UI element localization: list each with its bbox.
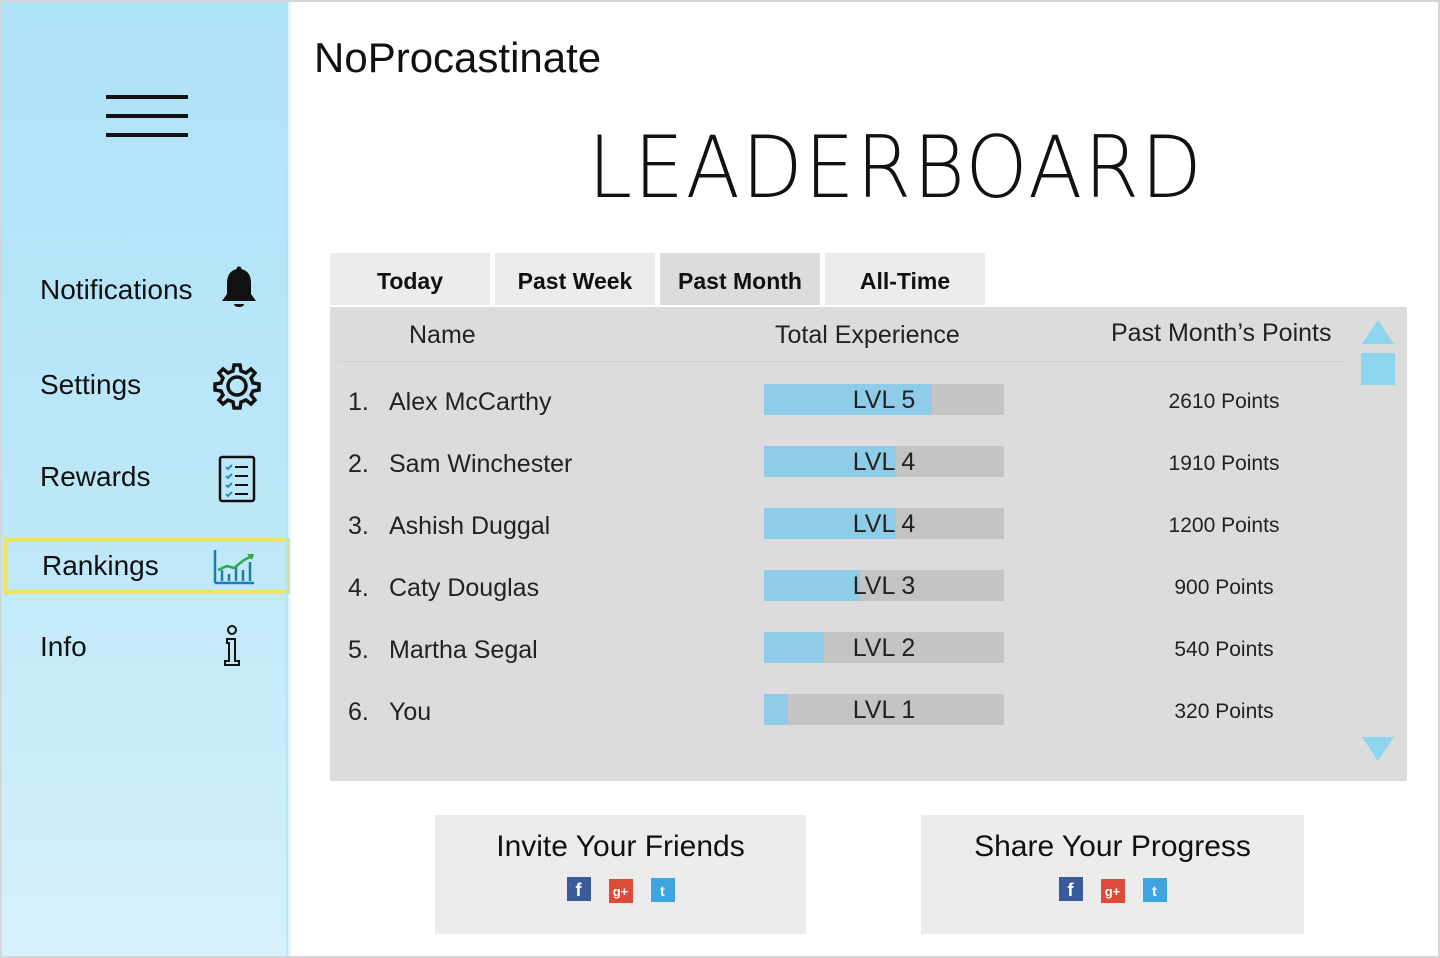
sidebar-item-info[interactable]: Info	[2, 619, 288, 675]
sidebar-item-label: Rankings	[42, 550, 159, 581]
scroll-down-arrow[interactable]	[1362, 737, 1394, 761]
level-label: LVL 3	[852, 572, 916, 600]
player-name: Ashish Duggal	[389, 512, 551, 540]
points-value: 540 Points	[1174, 638, 1274, 661]
level-label: LVL 1	[852, 696, 916, 724]
sidebar-item-label: Rewards	[40, 461, 151, 492]
rank-number: 6.	[348, 698, 369, 726]
experience-bar: LVL 2	[764, 632, 1004, 663]
points-value: 320 Points	[1174, 700, 1274, 723]
table-row[interactable]: 1. Alex McCarthy LVL 5 2610 Points	[330, 384, 1407, 424]
chart-icon	[212, 548, 256, 591]
player-name: Alex McCarthy	[389, 388, 552, 416]
twitter-icon[interactable]: t	[1142, 878, 1167, 902]
rank-number: 4.	[348, 574, 369, 602]
google-plus-icon[interactable]: g+	[608, 879, 633, 903]
column-header-name: Name	[409, 321, 476, 349]
sidebar-item-label: Notifications	[40, 274, 193, 305]
tab-past-week[interactable]: Past Week	[495, 253, 655, 305]
social-links: f g+ t	[921, 877, 1304, 903]
points-value: 1200 Points	[1168, 514, 1280, 537]
invite-friends-button[interactable]: Invite Your Friends f g+ t	[435, 815, 806, 934]
column-header-points: Past Month’s Points	[1111, 319, 1332, 347]
sidebar-item-notifications[interactable]: Notifications	[2, 262, 288, 318]
experience-bar: LVL 4	[764, 446, 1004, 477]
rank-number: 3.	[348, 512, 369, 540]
google-plus-icon[interactable]: g+	[1100, 879, 1125, 903]
level-label: LVL 4	[852, 448, 916, 476]
scroll-up-arrow[interactable]	[1362, 320, 1394, 344]
points-value: 2610 Points	[1168, 390, 1280, 413]
column-header-experience: Total Experience	[775, 321, 960, 349]
app-title: NoProcastinate	[314, 34, 602, 81]
table-row[interactable]: 6. You LVL 1 320 Points	[330, 694, 1407, 734]
sidebar-item-label: Settings	[40, 369, 142, 400]
checklist-icon	[218, 455, 258, 508]
level-label: LVL 4	[852, 510, 916, 538]
leaderboard-table: Name Total Experience Past Month’s Point…	[330, 307, 1407, 781]
scrollbar-thumb[interactable]	[1361, 353, 1395, 385]
tab-today[interactable]: Today	[330, 253, 490, 305]
experience-bar: LVL 5	[764, 384, 1004, 415]
info-icon	[220, 625, 244, 672]
level-label: LVL 5	[852, 386, 916, 414]
player-name: You	[389, 698, 432, 726]
table-row[interactable]: 3. Ashish Duggal LVL 4 1200 Points	[330, 508, 1407, 548]
bell-icon	[218, 266, 260, 317]
player-name: Caty Douglas	[389, 574, 540, 602]
header-divider	[340, 361, 1344, 362]
gear-icon	[212, 361, 262, 416]
player-name: Sam Winchester	[389, 450, 573, 478]
points-value: 900 Points	[1174, 576, 1274, 599]
invite-friends-label: Invite Your Friends	[496, 830, 745, 863]
rank-number: 5.	[348, 636, 369, 664]
table-row[interactable]: 2. Sam Winchester LVL 4 1910 Points	[330, 446, 1407, 486]
share-progress-button[interactable]: Share Your Progress f g+ t	[921, 815, 1304, 934]
twitter-icon[interactable]: t	[650, 878, 675, 902]
level-label: LVL 2	[852, 634, 916, 662]
share-progress-label: Share Your Progress	[974, 830, 1251, 863]
facebook-icon[interactable]: f	[566, 877, 591, 901]
menu-icon[interactable]	[106, 95, 188, 139]
page-title: LEADERBOARD	[588, 118, 1204, 218]
facebook-icon[interactable]: f	[1058, 877, 1083, 901]
rank-number: 2.	[348, 450, 369, 478]
tab-all-time[interactable]: All-Time	[825, 253, 985, 305]
sidebar-item-label: Info	[40, 631, 87, 662]
experience-bar: LVL 3	[764, 570, 1004, 601]
experience-bar: LVL 1	[764, 694, 1004, 725]
experience-bar: LVL 4	[764, 508, 1004, 539]
table-row[interactable]: 4. Caty Douglas LVL 3 900 Points	[330, 570, 1407, 610]
tab-past-month[interactable]: Past Month	[660, 253, 820, 305]
sidebar-item-rankings[interactable]: Rankings	[4, 538, 290, 594]
player-name: Martha Segal	[389, 636, 538, 664]
points-value: 1910 Points	[1168, 452, 1280, 475]
table-row[interactable]: 5. Martha Segal LVL 2 540 Points	[330, 632, 1407, 672]
social-links: f g+ t	[435, 877, 806, 903]
sidebar-item-rewards[interactable]: Rewards	[2, 449, 288, 505]
sidebar-item-settings[interactable]: Settings	[2, 357, 288, 413]
sidebar: Notifications Settings Rewards Rankings …	[2, 2, 292, 956]
rank-number: 1.	[348, 388, 369, 416]
